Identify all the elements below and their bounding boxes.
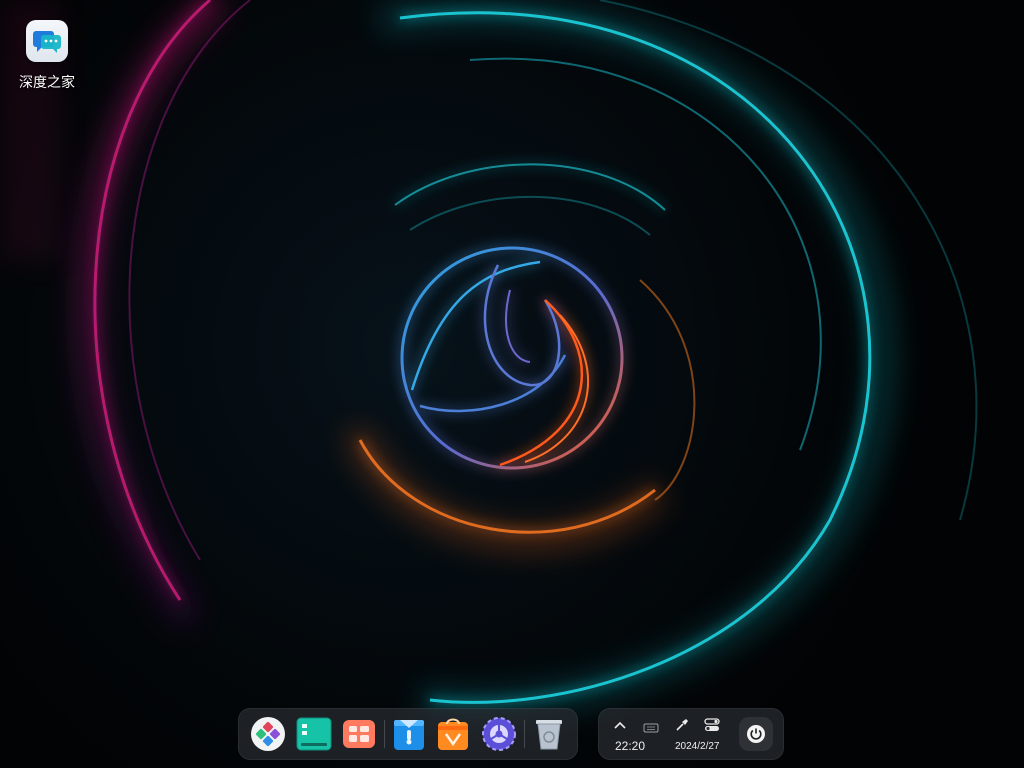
desktop-icon-deepin-home[interactable]: 深度之家 bbox=[10, 20, 84, 92]
trash-icon bbox=[535, 720, 562, 750]
clock-date[interactable]: 2024/2/27 bbox=[675, 741, 720, 752]
app-store-icon bbox=[438, 718, 469, 750]
keyboard-layout-button[interactable] bbox=[643, 719, 659, 733]
deepin-logo bbox=[400, 246, 624, 470]
control-center-icon bbox=[481, 717, 516, 751]
launcher-button[interactable] bbox=[250, 715, 286, 753]
eyedropper-icon bbox=[676, 719, 688, 731]
app-store-button[interactable] bbox=[436, 715, 471, 753]
desktop: 深度之家 22:20 2024/2/27 bbox=[0, 0, 1024, 768]
toggle-icon bbox=[704, 718, 720, 731]
file-manager-button[interactable] bbox=[391, 715, 426, 753]
quick-settings-button[interactable] bbox=[703, 717, 721, 733]
deepin-home-icon bbox=[26, 20, 68, 62]
desktop-icon-label: 深度之家 bbox=[19, 75, 75, 91]
wallpaper bbox=[0, 0, 978, 719]
system-tray: 22:20 2024/2/27 bbox=[598, 708, 784, 760]
dock-separator bbox=[523, 720, 525, 748]
multitasking-view-button[interactable] bbox=[296, 715, 332, 753]
power-icon bbox=[747, 725, 765, 743]
dock bbox=[238, 708, 578, 760]
workspace-button[interactable] bbox=[342, 715, 377, 753]
dock-separator bbox=[383, 720, 385, 748]
file-manager-icon bbox=[393, 720, 424, 750]
workspace-icon bbox=[343, 720, 376, 748]
launcher-icon bbox=[251, 717, 285, 751]
multitasking-view-icon bbox=[296, 717, 332, 751]
color-picker-button[interactable] bbox=[673, 717, 691, 733]
clock-time[interactable]: 22:20 bbox=[615, 739, 645, 753]
power-button[interactable] bbox=[739, 717, 773, 751]
control-center-button[interactable] bbox=[481, 715, 517, 753]
show-hidden-tray-button[interactable] bbox=[611, 717, 629, 733]
chevron-up-icon bbox=[614, 721, 626, 729]
trash-button[interactable] bbox=[531, 715, 566, 753]
keyboard-icon bbox=[643, 723, 659, 733]
